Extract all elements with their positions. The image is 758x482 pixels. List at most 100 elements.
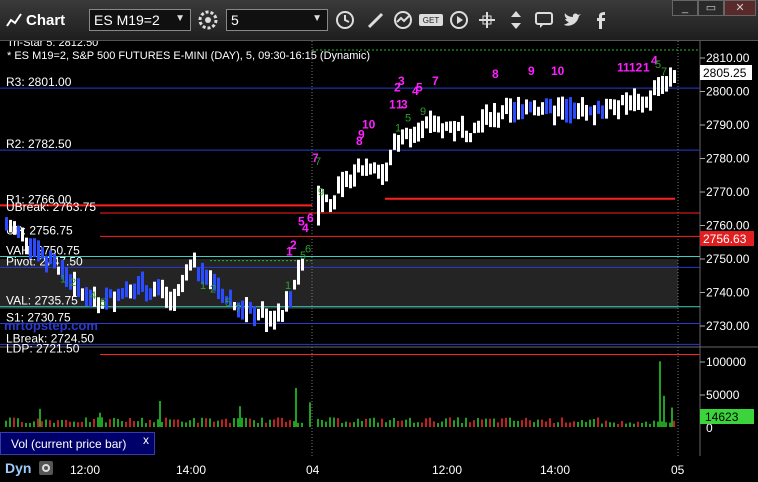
interval-select[interactable]: 5 ▼ [226, 9, 328, 31]
lock-icon[interactable] [38, 460, 54, 476]
sequence-marker: 9 [318, 186, 324, 198]
volume-bar [193, 417, 195, 427]
get-icon[interactable]: GET [418, 9, 444, 31]
volume-bar [361, 421, 363, 427]
price-bar [325, 194, 328, 203]
indicator-icon[interactable] [392, 9, 414, 31]
volume-bar [197, 422, 199, 427]
sequence-marker: 3 [398, 74, 405, 88]
price-bar [557, 97, 560, 117]
watermark: mrtopstep.com [4, 318, 98, 333]
volume-bar [205, 418, 207, 427]
volume-bar [185, 422, 187, 427]
price-bar [549, 98, 552, 114]
volume-bar [353, 422, 355, 427]
price-bar [357, 158, 360, 173]
time-tick: 12:00 [70, 463, 100, 477]
level-label: LDP: 2721.50 [6, 341, 80, 355]
volume-bar [549, 418, 551, 427]
price-bar [349, 174, 352, 189]
price-bar [77, 278, 80, 297]
price-bar [257, 308, 260, 321]
twitter-icon[interactable] [561, 9, 583, 31]
volume-bar [53, 422, 55, 427]
price-chart[interactable]: 2810.00 2800.00 2790.00 2780.00 2770.00 2760.… [0, 41, 758, 482]
volume-bar [9, 417, 11, 427]
level-label: Pivot: 2747.50 [6, 254, 83, 268]
price-tick: 2740.00 [706, 286, 750, 300]
volume-bar [285, 421, 287, 427]
price-bar [333, 195, 336, 210]
minimize-button[interactable]: _ [672, 0, 698, 16]
volume-bar [37, 418, 39, 427]
price-bar [189, 259, 192, 271]
volume-bar [557, 422, 559, 427]
price-bar [613, 99, 616, 116]
price-bar [469, 132, 472, 143]
volume-bar [365, 418, 367, 427]
volume-bar [429, 417, 431, 427]
price-bar [609, 98, 612, 110]
price-bar [461, 115, 464, 138]
price-bar [329, 199, 332, 213]
price-bar [41, 247, 44, 259]
volume-bar [597, 417, 599, 427]
gear-icon[interactable] [197, 9, 219, 31]
price-bar [525, 99, 528, 115]
sequence-marker: 2 [210, 284, 216, 296]
volume-bar [209, 418, 211, 427]
price-bar [473, 122, 476, 134]
price-bar [145, 285, 148, 302]
price-bar [133, 283, 136, 300]
vol-tick-100000: 100000 [706, 355, 746, 369]
price-bar [413, 126, 416, 143]
chevron-down-icon: ▼ [312, 13, 322, 24]
chart-icon[interactable] [6, 12, 22, 28]
price-bar [653, 80, 656, 96]
volume-bar [629, 422, 631, 427]
price-bar [113, 291, 116, 313]
close-icon[interactable]: x [143, 433, 149, 447]
volume-bar [325, 421, 327, 427]
toolbar: Chart ES M19=2 ▼ 5 ▼ GET _ ▭ ✕ [0, 0, 758, 41]
volume-bar [157, 419, 159, 427]
price-bar [641, 96, 644, 113]
pencil-icon[interactable] [365, 9, 387, 31]
volume-bar [657, 421, 659, 427]
maximize-button[interactable]: ▭ [698, 0, 724, 16]
arrows-icon[interactable] [505, 9, 527, 31]
volume-bar [377, 422, 379, 427]
sequence-marker: 2 [290, 238, 297, 252]
dyn-button[interactable]: Dyn [5, 460, 31, 476]
price-bar [53, 253, 56, 269]
volume-bar [237, 418, 239, 427]
sequence-marker: 1 [200, 280, 206, 292]
volume-bar [189, 420, 191, 427]
close-button[interactable]: ✕ [724, 0, 756, 16]
price-bar [669, 67, 672, 87]
volume-bar [617, 423, 619, 427]
sequence-marker: 9 [528, 64, 535, 78]
price-bar [217, 277, 220, 300]
play-icon[interactable] [448, 9, 470, 31]
crosshair-icon[interactable] [476, 9, 498, 31]
facebook-icon[interactable] [590, 9, 612, 31]
volume-bar [589, 419, 591, 427]
volume-bar [141, 417, 143, 427]
symbol-select[interactable]: ES M19=2 ▼ [89, 9, 191, 31]
price-tick: 2760.00 [706, 219, 750, 233]
clock-icon[interactable] [334, 9, 356, 31]
chat-icon[interactable] [533, 9, 555, 31]
price-bar [425, 116, 428, 129]
volume-bar [545, 421, 547, 427]
price-tick: 2800.00 [706, 85, 750, 99]
price-bar [401, 129, 404, 145]
volume-bar [221, 419, 223, 427]
sequence-marker: 5 [405, 113, 411, 125]
volume-bar [385, 422, 387, 427]
price-bar [269, 310, 272, 327]
volume-bar [301, 422, 303, 427]
price-bar [397, 134, 400, 152]
volume-bar [241, 417, 243, 427]
volume-bar [565, 422, 567, 427]
